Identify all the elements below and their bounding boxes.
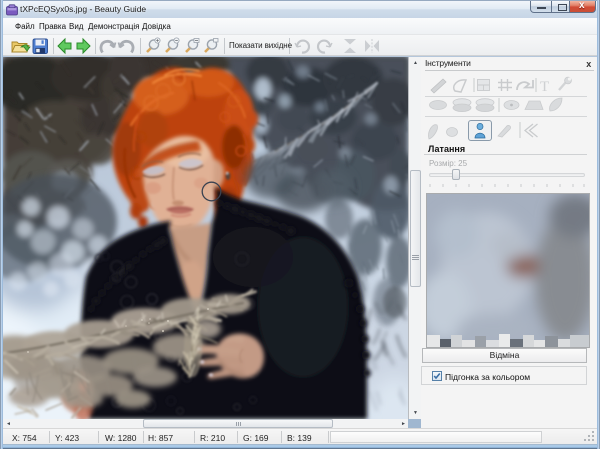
svg-text:T: T [540,79,549,95]
